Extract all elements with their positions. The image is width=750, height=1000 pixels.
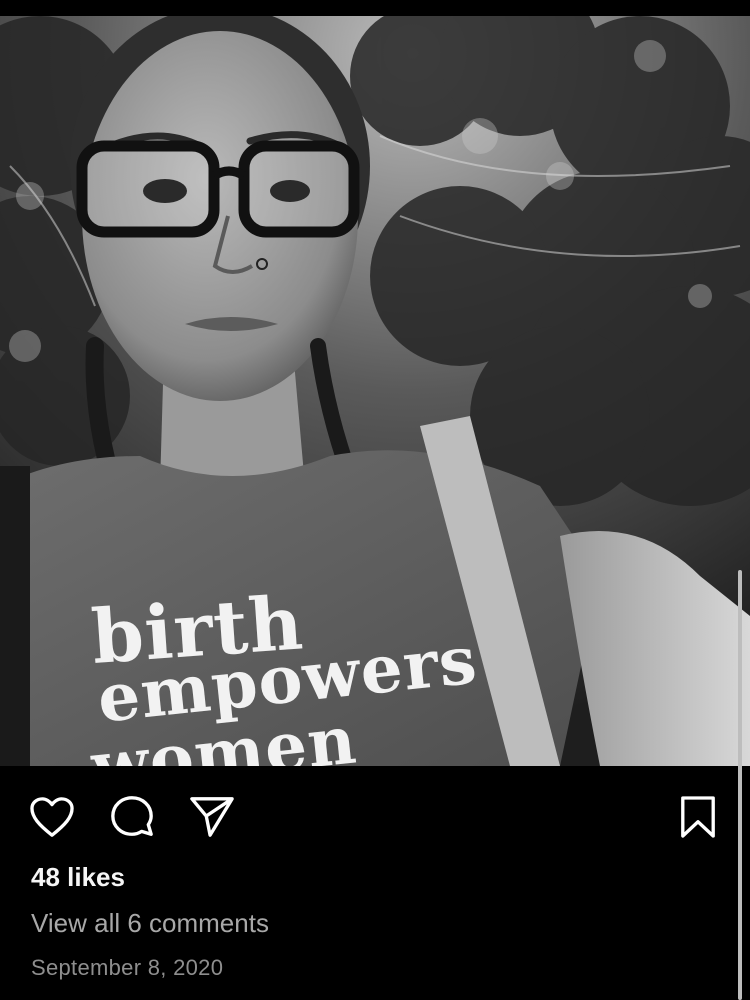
- post-actions-bar: [0, 782, 750, 852]
- heart-icon: [30, 797, 74, 837]
- comment-button[interactable]: [107, 792, 157, 842]
- send-icon: [190, 797, 234, 837]
- top-bar: [0, 0, 750, 16]
- save-button[interactable]: [673, 792, 723, 842]
- scrollbar[interactable]: [738, 570, 742, 1000]
- comment-icon: [111, 796, 153, 836]
- like-button[interactable]: [27, 792, 77, 842]
- post-photo[interactable]: birth empowers women: [0, 16, 750, 766]
- share-button[interactable]: [187, 792, 237, 842]
- bookmark-icon: [681, 796, 715, 838]
- post-date: September 8, 2020: [31, 955, 224, 980]
- likes-count[interactable]: 48 likes: [31, 862, 125, 893]
- view-comments-link[interactable]: View all 6 comments: [31, 908, 269, 939]
